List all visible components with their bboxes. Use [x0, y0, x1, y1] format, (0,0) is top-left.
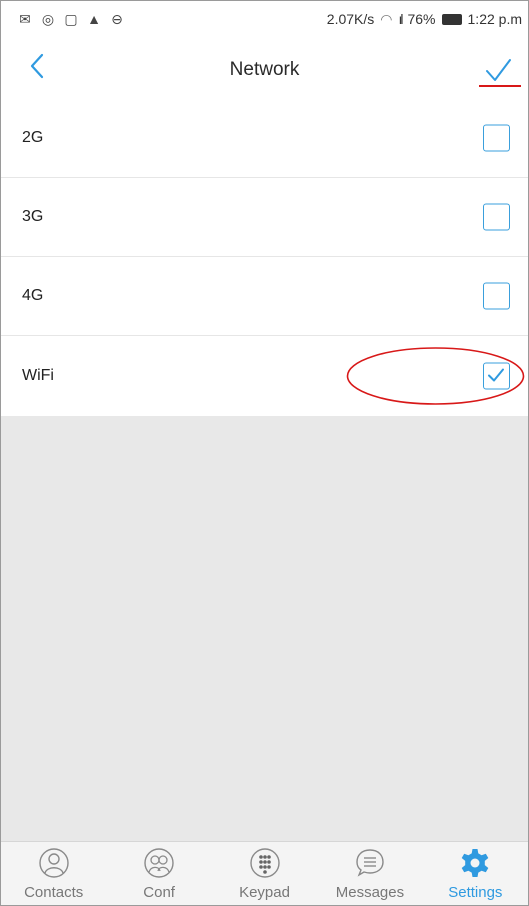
checkbox-4g[interactable]: [483, 282, 510, 310]
tab-contacts[interactable]: Contacts: [1, 842, 106, 905]
tab-conf[interactable]: Conf: [106, 842, 211, 905]
bottom-tab-bar: Contacts Conf Keypad Messages Settings: [1, 841, 528, 905]
tab-label: Settings: [448, 884, 503, 901]
checkmark-icon: [486, 59, 511, 81]
drive-notification-icon: ▲: [87, 11, 101, 27]
battery-icon: [441, 13, 462, 25]
wifi-icon: ◠: [380, 10, 393, 27]
tab-label: Messages: [335, 884, 405, 901]
keypad-icon: [249, 848, 280, 878]
tab-keypad[interactable]: Keypad: [212, 842, 317, 905]
checkbox-3g[interactable]: [483, 203, 510, 231]
contacts-icon: [39, 848, 69, 878]
header-bar: Network: [1, 37, 528, 100]
tab-messages[interactable]: Messages: [317, 842, 422, 905]
checkbox-2g[interactable]: [483, 124, 510, 152]
clock-notification-icon: ⊖: [111, 11, 123, 27]
network-option-4g[interactable]: 4G: [1, 257, 528, 336]
mail-notification-icon: ✉: [19, 11, 31, 27]
tab-label: Contacts: [24, 884, 84, 901]
settings-icon: [462, 849, 489, 877]
network-option-3g[interactable]: 3G: [1, 178, 528, 257]
tab-label: Conf: [143, 884, 175, 901]
option-label: 3G: [22, 208, 44, 225]
clock-time: 1:22 p.m: [467, 11, 522, 27]
annotation-underline: [479, 85, 521, 87]
conference-icon: [144, 848, 174, 878]
tab-label: Keypad: [239, 884, 290, 901]
whatsapp-notification-icon: ◎: [41, 11, 55, 27]
tab-settings[interactable]: Settings: [423, 842, 528, 905]
page-title: Network: [229, 59, 300, 80]
signal-icon: ıl: [398, 11, 403, 27]
option-label: WiFi: [22, 367, 54, 384]
notification-icons: ✉ ◎ ▢ ▲ ⊖: [17, 11, 125, 27]
battery-percent: 76%: [407, 11, 436, 27]
app-screen: ✉ ◎ ▢ ▲ ⊖ 2.07K/s ◠ ıl 76% 1:22 p.m Netw…: [0, 0, 529, 906]
checkbox-wifi[interactable]: [483, 362, 510, 390]
confirm-button[interactable]: [471, 49, 521, 89]
network-options-list: 2G 3G 4G WiFi: [1, 99, 528, 416]
message-notification-icon: ▢: [64, 11, 78, 27]
network-option-2g[interactable]: 2G: [1, 99, 528, 178]
checked-icon: [488, 368, 504, 382]
option-label: 2G: [22, 129, 44, 146]
system-status: 2.07K/s ◠ ıl 76% 1:22 p.m: [327, 11, 522, 28]
status-bar: ✉ ◎ ▢ ▲ ⊖ 2.07K/s ◠ ıl 76% 1:22 p.m: [1, 1, 528, 37]
option-label: 4G: [22, 287, 44, 304]
network-option-wifi[interactable]: WiFi: [1, 336, 528, 416]
network-speed: 2.07K/s: [326, 11, 375, 27]
messages-icon: [356, 849, 384, 877]
